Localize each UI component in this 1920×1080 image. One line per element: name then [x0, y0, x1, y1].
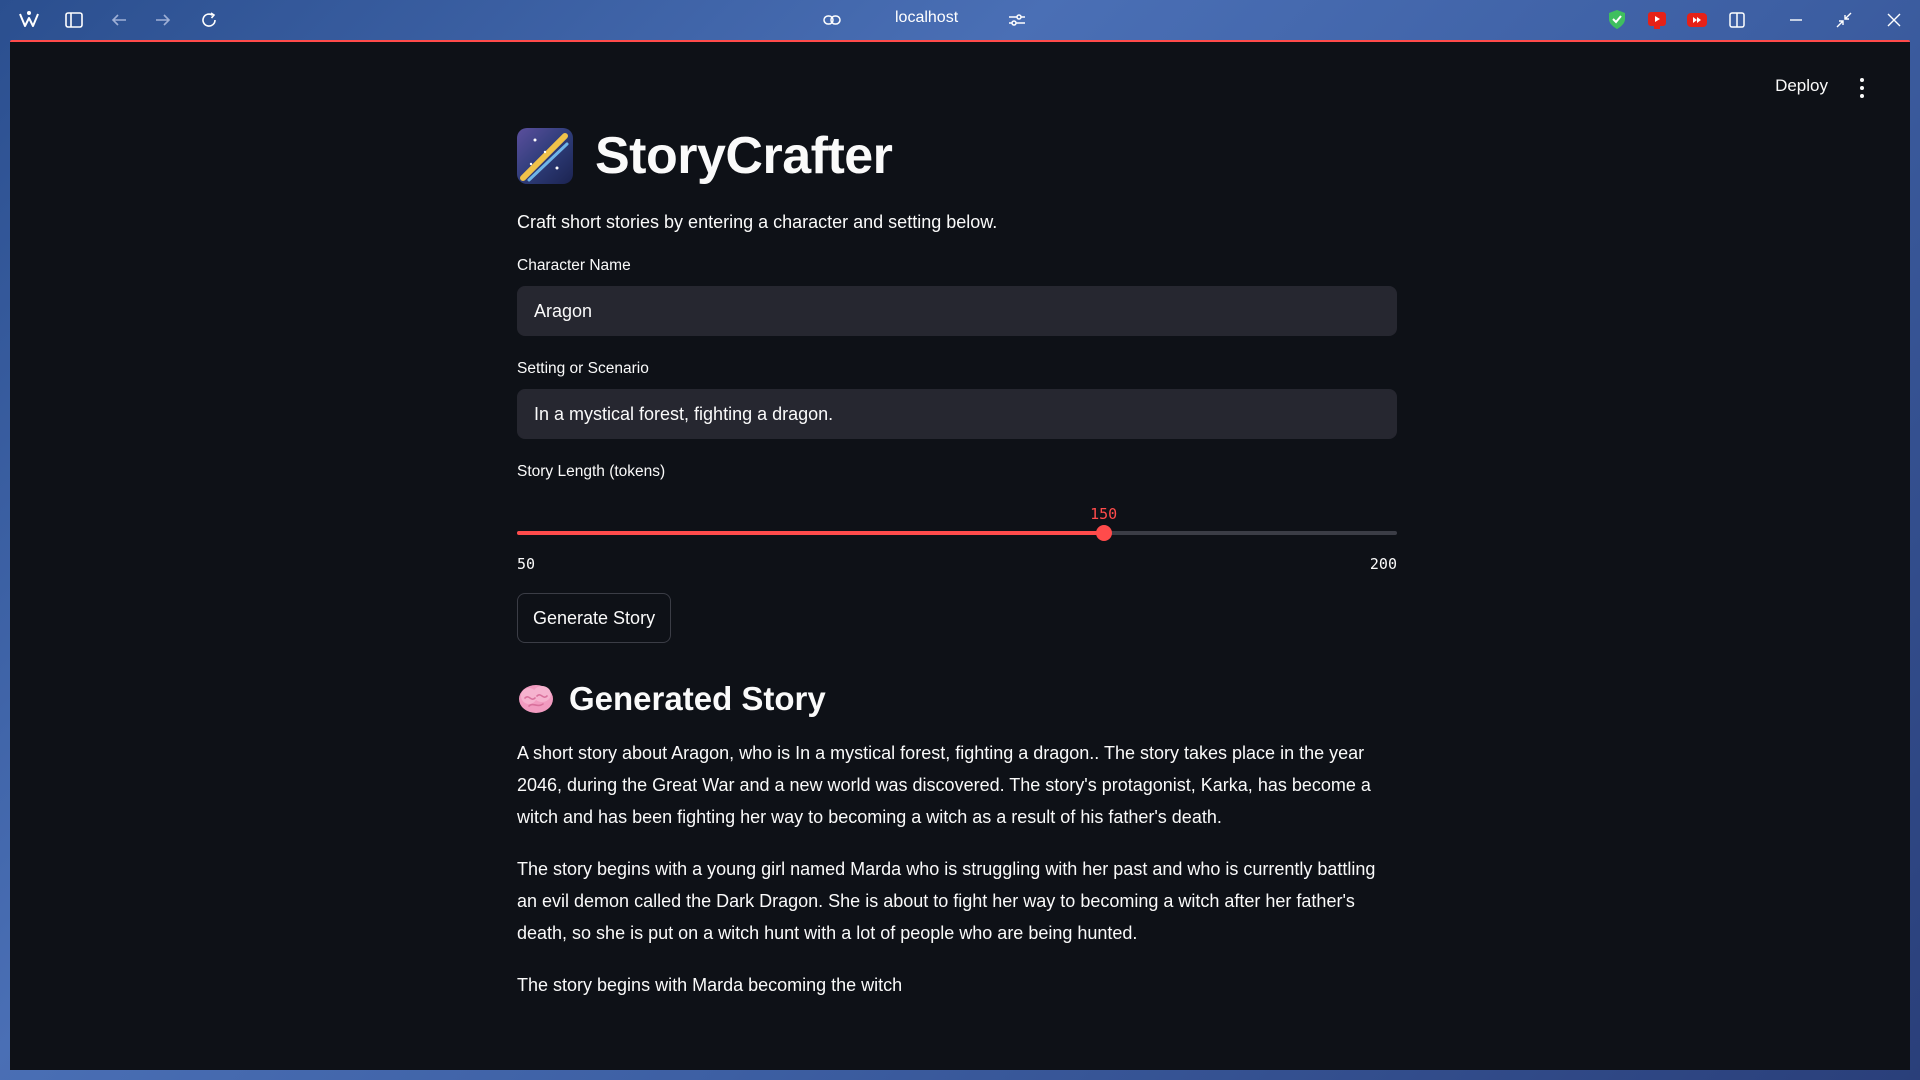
close-icon[interactable]: [1882, 8, 1906, 32]
story-length-label: Story Length (tokens): [517, 463, 666, 480]
slider-track[interactable]: [517, 531, 1397, 535]
browser-logo-icon[interactable]: [17, 8, 41, 32]
main-content: StoryCrafter Craft short stories by ente…: [517, 122, 1397, 1001]
generate-story-button[interactable]: Generate Story: [517, 593, 672, 643]
slider-thumb[interactable]: [1095, 525, 1112, 541]
setting-label: Setting or Scenario: [517, 360, 649, 377]
slider-current-value: 150: [1090, 505, 1118, 523]
character-name-label: Character Name: [517, 257, 631, 274]
story-paragraph: The story begins with a young girl named…: [517, 859, 1376, 943]
shooting-star-emoji-icon: [517, 128, 573, 184]
character-name-input[interactable]: [534, 300, 1380, 322]
story-heading-row: Generated Story: [517, 677, 1397, 721]
back-arrow-icon[interactable]: [107, 8, 131, 32]
page-subtitle: Craft short stories by entering a charac…: [517, 212, 998, 232]
split-view-icon[interactable]: [1725, 8, 1749, 32]
address-bar-url[interactable]: localhost: [895, 9, 958, 27]
slider-max-label: 200: [1369, 555, 1397, 573]
reload-icon[interactable]: [197, 8, 221, 32]
setting-field[interactable]: [517, 389, 1397, 439]
story-paragraph: A short story about Aragon, who is In a …: [517, 743, 1371, 827]
browser-toolbar: localhost: [0, 0, 1920, 40]
shield-check-icon[interactable]: [1605, 8, 1629, 32]
minimize-icon[interactable]: [1784, 8, 1808, 32]
story-length-slider[interactable]: 150 50 200: [517, 489, 1397, 573]
deploy-button[interactable]: Deploy: [1775, 76, 1828, 96]
main-menu-icon[interactable]: [1852, 76, 1872, 100]
character-name-field[interactable]: [517, 286, 1397, 336]
site-settings-icon[interactable]: [1005, 8, 1029, 32]
youtube-fastforward-icon[interactable]: [1685, 8, 1709, 32]
app-window: Deploy StoryCrafter Craft short stories …: [10, 40, 1910, 1070]
setting-input[interactable]: [534, 403, 1380, 425]
sidebar-toggle-icon[interactable]: [62, 8, 86, 32]
youtube-extension-icon[interactable]: [1645, 8, 1669, 32]
slider-min-label: 50: [517, 555, 536, 573]
forward-arrow-icon[interactable]: [151, 8, 175, 32]
page-title: StoryCrafter: [595, 127, 893, 185]
link-icon[interactable]: [820, 8, 844, 32]
generated-story-heading: Generated Story: [569, 680, 826, 717]
restore-icon[interactable]: [1832, 8, 1856, 32]
title-row: StoryCrafter: [517, 122, 1397, 190]
story-paragraph: The story begins with Marda becoming the…: [517, 975, 903, 995]
slider-fill: [517, 531, 1104, 535]
brain-emoji-icon: [517, 682, 555, 716]
